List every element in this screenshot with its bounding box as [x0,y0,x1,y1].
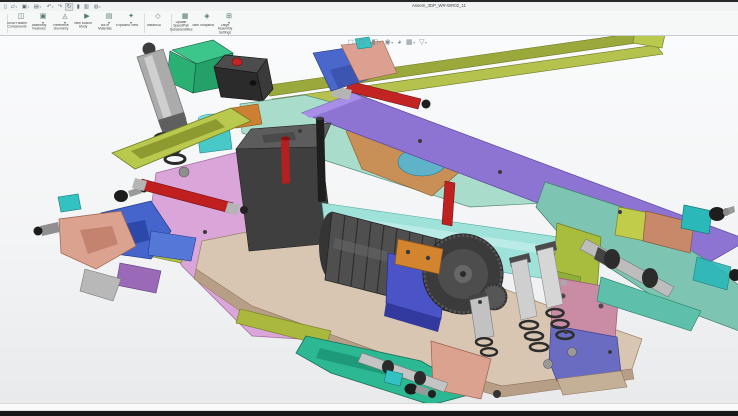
model-part-power-button[interactable] [232,58,242,66]
open-icon[interactable]: ▱▾ [10,3,18,9]
instant3d-icon: ◇ [155,13,160,21]
file-properties-icon[interactable]: ▮ [76,3,81,9]
window-bottom-edge [0,411,738,416]
heads-up-view-toolbar: ◻ ◳▾ ◧▾ ◉▾ ◕ ▦▾ ▽▾ [346,37,429,48]
rebuild-icon[interactable]: ↻ [66,3,73,9]
window-title: Assem_3DP_WR-WR02_11 [412,4,466,9]
command-manager-toolbar: ◫ Show Hidden Components ▣ ▾ Assembly Fe… [0,11,738,36]
redo-icon[interactable]: ↷ [57,3,64,9]
model-canvas[interactable] [0,36,738,403]
display-panes-icon[interactable]: ▥ [83,3,90,9]
model-part-switch-box[interactable] [214,55,273,101]
new-document-icon[interactable]: ▯ [3,3,8,9]
save-icon[interactable]: ▣▾ [21,3,30,9]
options-icon[interactable]: ◍▾ [93,3,102,9]
edit-appearance-icon[interactable]: ◕ [397,38,402,47]
take-snapshot-icon: ◈ [204,13,209,21]
model-part-silver-plate[interactable] [80,269,121,301]
large-assembly-settings-button[interactable]: ⊞ ▾ Large Assembly Settings [218,13,240,35]
apply-scene-icon[interactable]: ▦▾ [406,38,415,47]
show-hidden-components-icon: ◫ [18,13,25,21]
view-settings-icon[interactable]: ▽▾ [419,38,427,47]
new-motion-study-icon: ▶ [84,13,89,21]
update-speedpak-icon: ▦ [182,13,189,21]
model-part-purple-block[interactable] [116,263,161,293]
undo-icon[interactable]: ↶▾ [46,3,54,9]
zoom-to-fit-icon[interactable]: ◻ [348,38,354,47]
graphics-viewport[interactable]: ◻ ◳▾ ◧▾ ◉▾ ◕ ▦▾ ▽▾ [0,36,738,403]
status-bar [0,403,738,411]
view-orientation-icon[interactable]: ◳▾ [358,38,367,47]
title-bar: ▯ ▱▾ ▣▾ ▤▾ ↶▾ ↷ ↻ ▮ ▥ ◍▾ Assem_3DP_WR-WR… [0,2,738,11]
hide-show-items-icon[interactable]: ◉▾ [385,38,394,47]
print-icon[interactable]: ▤▾ [33,3,42,9]
model-part-red-post[interactable] [281,138,290,184]
instant3d-button[interactable]: ◇ Instant3D [147,13,169,35]
quick-access-toolbar: ▯ ▱▾ ▣▾ ▤▾ ↶▾ ↷ ↻ ▮ ▥ ◍▾ [3,3,104,11]
display-style-icon[interactable]: ◧▾ [371,38,380,47]
exploded-view-button[interactable]: ✦ ▾ Exploded View [120,13,142,35]
